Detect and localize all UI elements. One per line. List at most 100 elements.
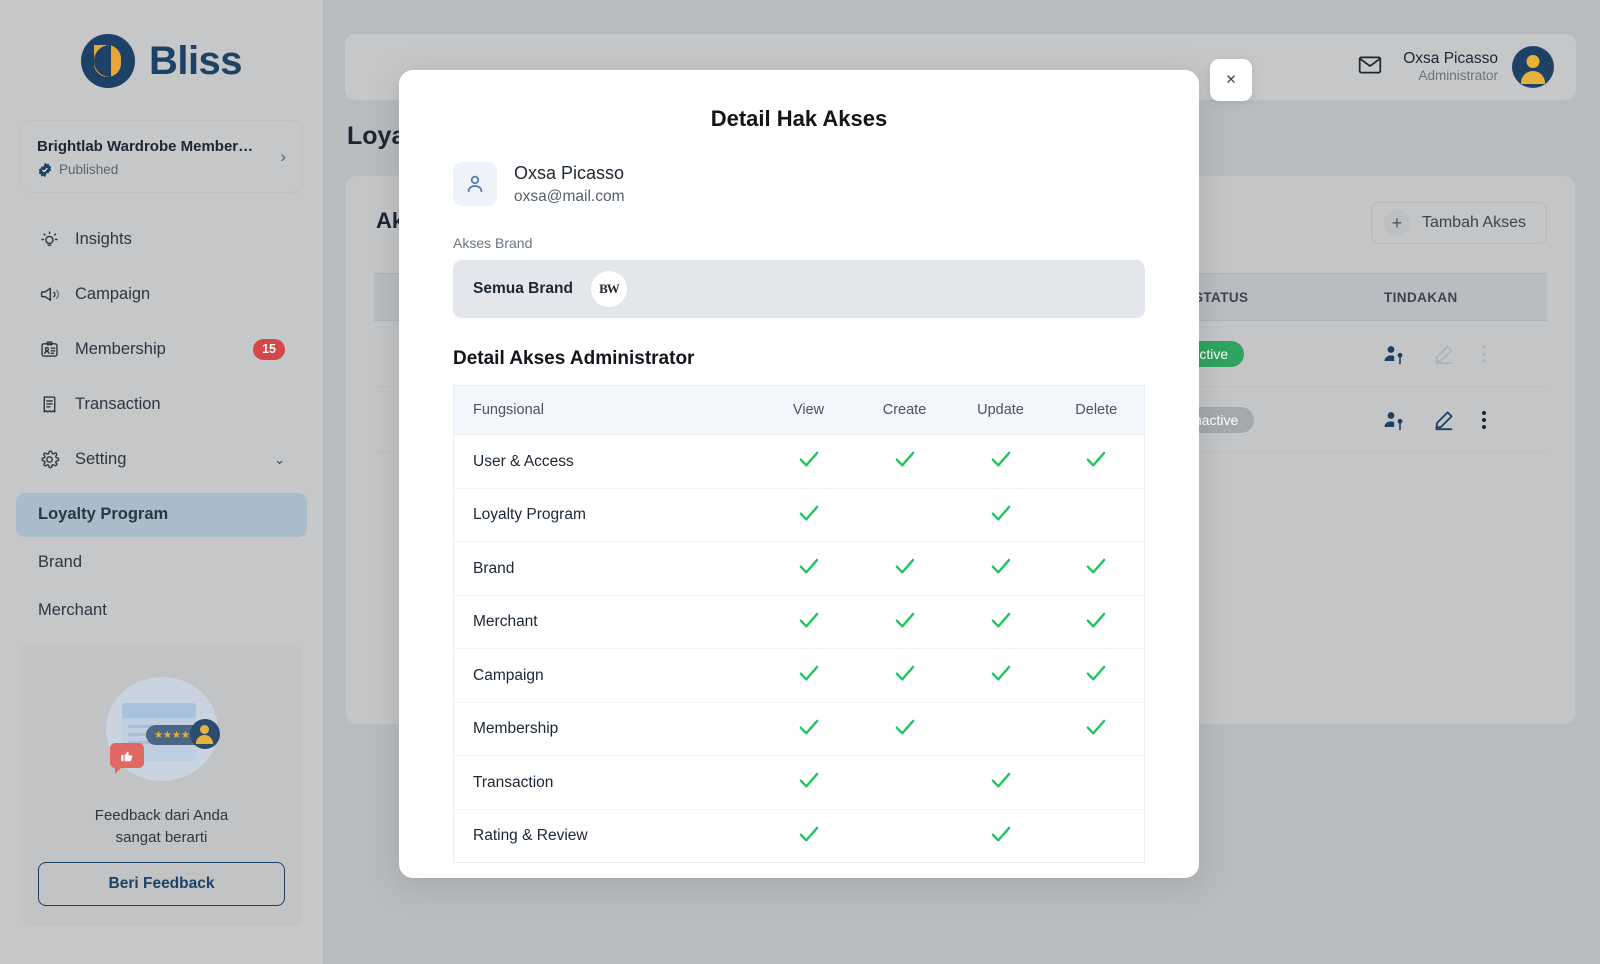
brand-initials-avatar: BW: [590, 271, 627, 308]
gear-icon: [38, 449, 60, 471]
manage-access-icon[interactable]: [1382, 408, 1406, 432]
permission-delete: [1048, 541, 1145, 596]
modal-title: Detail Hak Akses: [710, 106, 888, 131]
check-icon: [1083, 714, 1109, 745]
permissions-table: Fungsional View Create Update Delete Use…: [453, 385, 1145, 864]
permission-name: Rating & Review: [473, 827, 588, 845]
permissions-section-title: Detail Akses Administrator: [453, 348, 695, 370]
column-header-create: Create: [856, 385, 953, 436]
sidebar-item-transaction[interactable]: Transaction: [16, 382, 307, 428]
avatar[interactable]: [1512, 46, 1554, 88]
close-icon[interactable]: ✕: [1210, 59, 1252, 101]
app-root: Bliss Brightlab Wardrobe Member… Publish…: [0, 0, 1600, 964]
topbar-user-names: Oxsa Picasso Administrator: [1403, 49, 1498, 85]
user-icon: [453, 162, 497, 207]
transaction-icon: [38, 394, 60, 416]
sidebar-subitem-label: Brand: [38, 553, 83, 571]
table-row: Transaction: [453, 755, 1145, 810]
sidebar-item-setting[interactable]: Setting ⌄: [16, 437, 307, 483]
row-actions: [1382, 342, 1486, 366]
topbar-user-name: Oxsa Picasso: [1403, 49, 1498, 67]
permission-update: [952, 648, 1049, 703]
check-icon: [892, 714, 918, 745]
sidebar-item-label: Membership: [75, 340, 166, 358]
access-detail-modal: ✕ Detail Hak Akses Oxsa Picasso oxsa@mai…: [399, 59, 1252, 878]
modal-user-texts: Oxsa Picasso oxsa@mail.com: [514, 162, 624, 206]
sidebar-item-loyalty-program[interactable]: Loyalty Program: [16, 492, 307, 537]
permissions-table-body: User & Access Loyalty Program Brand Merchan…: [453, 434, 1145, 863]
add-access-button[interactable]: + Tambah Akses: [1370, 202, 1547, 244]
check-icon: [796, 553, 822, 584]
sidebar-subitem-label: Loyalty Program: [38, 505, 169, 523]
check-icon: [1083, 660, 1109, 691]
permission-name: Membership: [453, 702, 761, 757]
check-icon: [796, 767, 822, 798]
table-row: User & Access: [453, 434, 1145, 489]
permission-update: [952, 541, 1049, 596]
check-icon: [988, 553, 1014, 584]
permission-create: [856, 648, 953, 703]
modal-body: Oxsa Picasso oxsa@mail.com Akses Brand S…: [399, 162, 1199, 864]
check-icon: [988, 500, 1014, 531]
thumbs-up-icon: [109, 743, 144, 775]
sidebar-item-label: Setting: [75, 450, 127, 468]
brand-selector-card[interactable]: Brightlab Wardrobe Member… Published ›: [20, 120, 303, 193]
check-icon: [796, 446, 822, 477]
check-icon: [988, 446, 1014, 477]
sidebar-item-membership[interactable]: Membership 15: [16, 327, 307, 373]
check-icon: [1083, 553, 1109, 584]
chevron-right-icon: ›: [280, 147, 286, 167]
check-icon: [988, 660, 1014, 691]
permission-create: [856, 541, 953, 596]
check-icon: [988, 821, 1014, 852]
permission-update: [952, 702, 1049, 757]
permission-name: Transaction: [453, 755, 761, 810]
sidebar-item-brand[interactable]: Brand: [16, 541, 307, 585]
sidebar-item-label: Transaction: [75, 395, 161, 413]
sidebar-item-merchant[interactable]: Merchant: [16, 589, 307, 633]
table-row: Membership: [453, 702, 1145, 757]
column-header-update: Update: [952, 385, 1049, 436]
permission-view: [760, 488, 857, 543]
sidebar-item-label: Insights: [75, 230, 132, 248]
sidebar-item-insights[interactable]: Insights: [16, 217, 307, 263]
sidebar: Bliss Brightlab Wardrobe Member… Publish…: [0, 0, 323, 964]
check-icon: [796, 821, 822, 852]
manage-access-icon[interactable]: [1382, 342, 1406, 366]
check-icon: [892, 660, 918, 691]
give-feedback-button[interactable]: Beri Feedback: [38, 862, 285, 906]
feedback-illustration: ★★★★★: [100, 671, 224, 795]
table-row: Merchant: [453, 595, 1145, 650]
more-options-icon[interactable]: [1482, 410, 1486, 429]
illustration-document-header: [121, 703, 196, 719]
edit-icon[interactable]: [1432, 408, 1456, 432]
sidebar-subitem-label: Merchant: [38, 601, 107, 619]
check-icon: [1083, 607, 1109, 638]
add-access-label: Tambah Akses: [1421, 214, 1526, 231]
column-header-view: View: [760, 385, 857, 436]
check-icon: [892, 553, 918, 584]
permission-name: Loyalty Program: [453, 488, 761, 543]
check-icon: [892, 607, 918, 638]
permission-view: [760, 595, 857, 650]
more-options-icon[interactable]: [1482, 344, 1486, 363]
brand-access-label: Akses Brand: [453, 235, 533, 252]
chevron-down-icon[interactable]: ⌄: [274, 452, 285, 468]
permission-name: Merchant: [453, 595, 761, 650]
mail-icon[interactable]: [1357, 52, 1383, 83]
modal-user-email: oxsa@mail.com: [514, 188, 625, 206]
sidebar-item-label: Campaign: [75, 285, 151, 303]
sidebar-item-campaign[interactable]: Campaign: [16, 272, 307, 318]
check-icon: [796, 660, 822, 691]
feedback-card: ★★★★★ Feedback dari Anda sangat berarti …: [20, 645, 303, 926]
check-icon: [796, 607, 822, 638]
permission-name: User & Access: [453, 434, 761, 489]
permission-delete: [1049, 809, 1145, 863]
permission-name: Campaign: [453, 648, 761, 703]
topbar-user[interactable]: Oxsa Picasso Administrator: [1403, 46, 1554, 88]
check-icon: [1083, 446, 1109, 477]
edit-icon[interactable]: [1432, 342, 1456, 366]
